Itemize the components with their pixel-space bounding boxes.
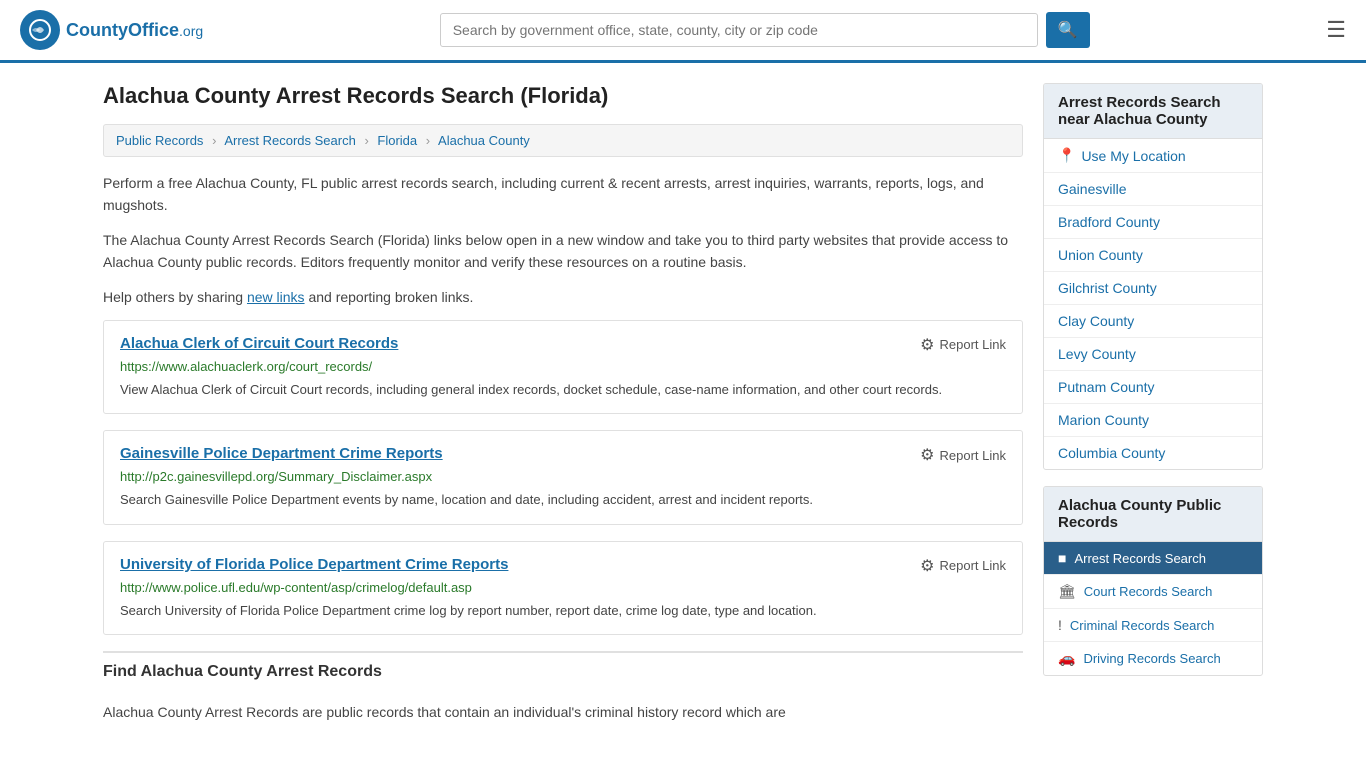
breadcrumb-alachua-county[interactable]: Alachua County bbox=[438, 133, 530, 148]
search-input[interactable] bbox=[440, 13, 1038, 47]
criminal-icon: ! bbox=[1058, 617, 1062, 633]
report-link-label-1: Report Link bbox=[940, 448, 1006, 463]
nearby-link-8[interactable]: Columbia County bbox=[1044, 437, 1262, 469]
public-record-label-2: Criminal Records Search bbox=[1070, 618, 1215, 633]
report-icon-0: ⚙ bbox=[920, 335, 934, 355]
main-container: Alachua County Arrest Records Search (Fl… bbox=[83, 63, 1283, 756]
arrest-icon: ■ bbox=[1058, 550, 1066, 566]
record-card-header: Alachua Clerk of Circuit Court Records ⚙… bbox=[120, 335, 1006, 355]
page-title: Alachua County Arrest Records Search (Fl… bbox=[103, 83, 1023, 109]
breadcrumb-sep1: › bbox=[212, 133, 216, 148]
record-title-1[interactable]: Gainesville Police Department Crime Repo… bbox=[120, 445, 443, 462]
report-link-button-2[interactable]: ⚙ Report Link bbox=[920, 556, 1006, 576]
nearby-link-0[interactable]: Gainesville bbox=[1044, 173, 1262, 206]
nearby-link-4[interactable]: Clay County bbox=[1044, 305, 1262, 338]
public-record-label-3: Driving Records Search bbox=[1083, 651, 1220, 666]
pin-icon: 📍 bbox=[1058, 147, 1075, 164]
public-record-label-1: Court Records Search bbox=[1084, 584, 1213, 599]
breadcrumb-arrest-records[interactable]: Arrest Records Search bbox=[224, 133, 356, 148]
record-desc-0: View Alachua Clerk of Circuit Court reco… bbox=[120, 380, 1006, 400]
search-button[interactable]: 🔍 bbox=[1046, 12, 1090, 48]
nearby-link-1[interactable]: Bradford County bbox=[1044, 206, 1262, 239]
court-icon: 🏛 bbox=[1058, 583, 1076, 600]
record-title-0[interactable]: Alachua Clerk of Circuit Court Records bbox=[120, 335, 398, 352]
nearby-link-6[interactable]: Putnam County bbox=[1044, 371, 1262, 404]
public-record-label-0: Arrest Records Search bbox=[1074, 551, 1206, 566]
nearby-link-3[interactable]: Gilchrist County bbox=[1044, 272, 1262, 305]
breadcrumb-public-records[interactable]: Public Records bbox=[116, 133, 203, 148]
nearby-links-container: GainesvilleBradford CountyUnion CountyGi… bbox=[1044, 173, 1262, 469]
record-cards-container: Alachua Clerk of Circuit Court Records ⚙… bbox=[103, 320, 1023, 636]
report-link-label-2: Report Link bbox=[940, 558, 1006, 573]
search-bar-area: 🔍 bbox=[440, 12, 1090, 48]
report-icon-1: ⚙ bbox=[920, 445, 934, 465]
new-links-link[interactable]: new links bbox=[247, 289, 305, 305]
record-card: Alachua Clerk of Circuit Court Records ⚙… bbox=[103, 320, 1023, 415]
report-link-button-1[interactable]: ⚙ Report Link bbox=[920, 445, 1006, 465]
report-link-button-0[interactable]: ⚙ Report Link bbox=[920, 335, 1006, 355]
nearby-link-7[interactable]: Marion County bbox=[1044, 404, 1262, 437]
record-url-2: http://www.police.ufl.edu/wp-content/asp… bbox=[120, 580, 1006, 595]
nearby-link-5[interactable]: Levy County bbox=[1044, 338, 1262, 371]
logo-area: CountyOffice.org bbox=[20, 10, 203, 50]
public-record-item-2[interactable]: ! Criminal Records Search bbox=[1044, 609, 1262, 642]
record-url-0: https://www.alachuaclerk.org/court_recor… bbox=[120, 359, 1006, 374]
record-desc-2: Search University of Florida Police Depa… bbox=[120, 601, 1006, 621]
public-records-items-container: ■ Arrest Records Search 🏛 Court Records … bbox=[1044, 542, 1262, 675]
public-record-item-1[interactable]: 🏛 Court Records Search bbox=[1044, 575, 1262, 609]
hamburger-menu-button[interactable]: ☰ bbox=[1326, 19, 1346, 41]
record-title-2[interactable]: University of Florida Police Department … bbox=[120, 556, 508, 573]
record-card: Gainesville Police Department Crime Repo… bbox=[103, 430, 1023, 525]
breadcrumb-sep3: › bbox=[426, 133, 430, 148]
use-my-location[interactable]: 📍 Use My Location bbox=[1044, 139, 1262, 173]
nearby-box-title: Arrest Records Search near Alachua Count… bbox=[1044, 84, 1262, 139]
breadcrumb-sep2: › bbox=[364, 133, 368, 148]
record-card-header: University of Florida Police Department … bbox=[120, 556, 1006, 576]
logo-text: CountyOffice.org bbox=[66, 20, 203, 41]
main-content: Alachua County Arrest Records Search (Fl… bbox=[103, 83, 1023, 736]
public-records-title: Alachua County Public Records bbox=[1044, 487, 1262, 542]
logo-icon bbox=[20, 10, 60, 50]
intro-text-2: The Alachua County Arrest Records Search… bbox=[103, 229, 1023, 274]
header: CountyOffice.org 🔍 ☰ bbox=[0, 0, 1366, 63]
sidebar: Arrest Records Search near Alachua Count… bbox=[1043, 83, 1263, 736]
intro-text-3: Help others by sharing new links and rep… bbox=[103, 286, 1023, 308]
find-section-text: Alachua County Arrest Records are public… bbox=[103, 701, 1023, 723]
nearby-box: Arrest Records Search near Alachua Count… bbox=[1043, 83, 1263, 470]
driving-icon: 🚗 bbox=[1058, 650, 1075, 667]
public-record-item-3[interactable]: 🚗 Driving Records Search bbox=[1044, 642, 1262, 675]
report-link-label-0: Report Link bbox=[940, 337, 1006, 352]
record-card-header: Gainesville Police Department Crime Repo… bbox=[120, 445, 1006, 465]
find-section-heading: Find Alachua County Arrest Records bbox=[103, 651, 1023, 691]
public-record-item-0[interactable]: ■ Arrest Records Search bbox=[1044, 542, 1262, 575]
nearby-link-2[interactable]: Union County bbox=[1044, 239, 1262, 272]
record-card: University of Florida Police Department … bbox=[103, 541, 1023, 636]
public-records-box: Alachua County Public Records ■ Arrest R… bbox=[1043, 486, 1263, 676]
report-icon-2: ⚙ bbox=[920, 556, 934, 576]
record-url-1: http://p2c.gainesvillepd.org/Summary_Dis… bbox=[120, 469, 1006, 484]
breadcrumb-florida[interactable]: Florida bbox=[377, 133, 417, 148]
intro-text-1: Perform a free Alachua County, FL public… bbox=[103, 172, 1023, 217]
record-desc-1: Search Gainesville Police Department eve… bbox=[120, 490, 1006, 510]
breadcrumb: Public Records › Arrest Records Search ›… bbox=[103, 124, 1023, 157]
